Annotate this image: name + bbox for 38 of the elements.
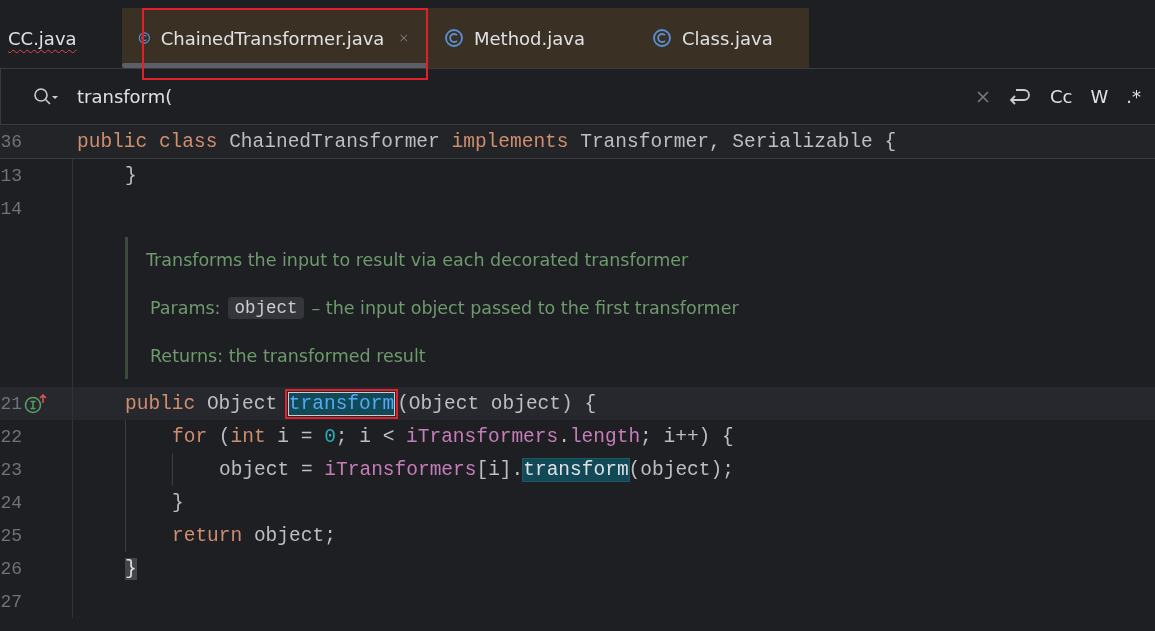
code-line: return object; <box>172 524 336 547</box>
line-number: 13 <box>0 165 22 186</box>
search-option[interactable]: Cc <box>1050 86 1073 107</box>
search-icon[interactable] <box>33 86 59 107</box>
code-line: object = iTransformers[i].transform(object); <box>219 458 734 481</box>
params-label: Params: <box>150 298 221 318</box>
param-name: object <box>228 297 304 319</box>
close-icon[interactable] <box>400 32 408 44</box>
line-number: 27 <box>0 591 22 612</box>
tab-label: Method.java <box>474 27 585 49</box>
line-number: 22 <box>0 426 22 447</box>
line-number: 24 <box>0 492 22 513</box>
tab-label: CC.java <box>8 27 77 49</box>
line-number: 25 <box>0 525 22 546</box>
search-field[interactable]: transform( <box>77 86 958 107</box>
tab-label: Class.java <box>682 27 773 49</box>
code-line: public Object transform(Object object) { <box>125 392 597 415</box>
clear-icon[interactable] <box>976 89 990 104</box>
param-description: – the input object passed to the first transformer <box>311 298 739 318</box>
editor-tab[interactable]: Class.java <box>636 8 809 68</box>
search-option[interactable]: .* <box>1126 86 1141 107</box>
code-line: for (int i = 0; i < iTransformers.length; i++) { <box>172 425 734 448</box>
line-number: 21 <box>0 393 22 414</box>
doc-summary: Transforms the input to result via each decorated transformer <box>146 250 690 271</box>
code-line: } <box>172 491 184 514</box>
line-number: 36 <box>0 131 22 152</box>
search-option[interactable]: W <box>1090 86 1109 107</box>
code-line: } <box>125 164 137 187</box>
editor-tab[interactable]: CC.java <box>4 8 122 68</box>
line-number: 14 <box>0 198 22 219</box>
editor-tab[interactable]: ChainedTransformer.java <box>122 8 428 68</box>
tab-label: ChainedTransformer.java <box>160 27 385 49</box>
editor-tab[interactable]: Method.java <box>428 8 636 68</box>
doc-returns: Returns: the transformed result <box>149 345 427 366</box>
line-number: 26 <box>0 558 22 579</box>
line-number: 23 <box>0 459 22 480</box>
code-line: public class ChainedTransformer implements Transformer, Serializable { <box>76 130 897 153</box>
implements-icon[interactable] <box>24 392 48 415</box>
